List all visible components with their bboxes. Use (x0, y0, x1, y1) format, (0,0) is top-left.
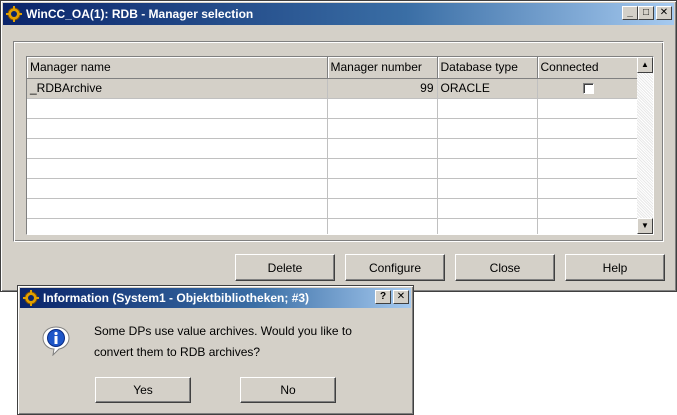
delete-button[interactable]: Delete (235, 254, 335, 281)
manager-selection-window: WinCC_OA(1): RDB - Manager selection _ □… (0, 0, 677, 292)
column-header-manager-number[interactable]: Manager number (327, 57, 438, 79)
no-button[interactable]: No (240, 377, 336, 403)
table-row[interactable] (27, 218, 640, 234)
help-button[interactable]: Help (565, 254, 665, 281)
yes-button[interactable]: Yes (95, 377, 191, 403)
main-titlebar[interactable]: WinCC_OA(1): RDB - Manager selection _ □… (3, 3, 674, 25)
information-dialog: Information (System1 - Objektbibliotheke… (17, 285, 414, 415)
dialog-close-button[interactable]: ✕ (393, 290, 409, 304)
close-button[interactable]: Close (455, 254, 555, 281)
configure-button[interactable]: Configure (345, 254, 445, 281)
table-row[interactable]: _RDBArchive 99 ORACLE (27, 78, 640, 99)
dialog-title: Information (System1 - Objektbibliotheke… (43, 291, 310, 305)
table-row[interactable] (27, 98, 640, 119)
cell-manager-number: 99 (327, 78, 438, 99)
column-header-database-type[interactable]: Database type (437, 57, 538, 79)
dialog-help-button[interactable]: ? (375, 290, 391, 304)
gear-icon (23, 290, 39, 306)
table-row[interactable] (27, 138, 640, 159)
maximize-button[interactable]: □ (638, 6, 654, 20)
table-row[interactable] (27, 198, 640, 219)
information-icon (42, 326, 70, 356)
table-row[interactable] (27, 118, 640, 139)
dialog-message: Some DPs use value archives. Would you l… (94, 321, 394, 363)
cell-connected (537, 78, 640, 99)
minimize-button[interactable]: _ (622, 6, 638, 20)
scroll-down-button[interactable]: ▼ (637, 218, 653, 234)
vertical-scrollbar[interactable]: ▲ ▼ (637, 57, 653, 234)
table-row[interactable] (27, 158, 640, 179)
connected-checkbox[interactable] (582, 83, 594, 95)
cell-manager-name: _RDBArchive (27, 78, 328, 99)
gear-icon (6, 6, 22, 22)
scroll-up-button[interactable]: ▲ (637, 57, 653, 73)
manager-table[interactable]: Manager name Manager number Database typ… (26, 56, 654, 235)
table-row[interactable] (27, 178, 640, 199)
dialog-message-line: convert them to RDB archives? (94, 345, 261, 359)
dialog-titlebar[interactable]: Information (System1 - Objektbibliotheke… (20, 288, 411, 308)
window-title: WinCC_OA(1): RDB - Manager selection (26, 7, 254, 21)
cell-database-type: ORACLE (437, 78, 538, 99)
close-window-button[interactable]: ✕ (656, 6, 672, 20)
dialog-message-line: Some DPs use value archives. Would you l… (94, 324, 352, 338)
column-header-manager-name[interactable]: Manager name (27, 57, 328, 79)
column-header-connected[interactable]: Connected (537, 57, 640, 79)
manager-group-frame: Manager name Manager number Database typ… (13, 41, 664, 242)
